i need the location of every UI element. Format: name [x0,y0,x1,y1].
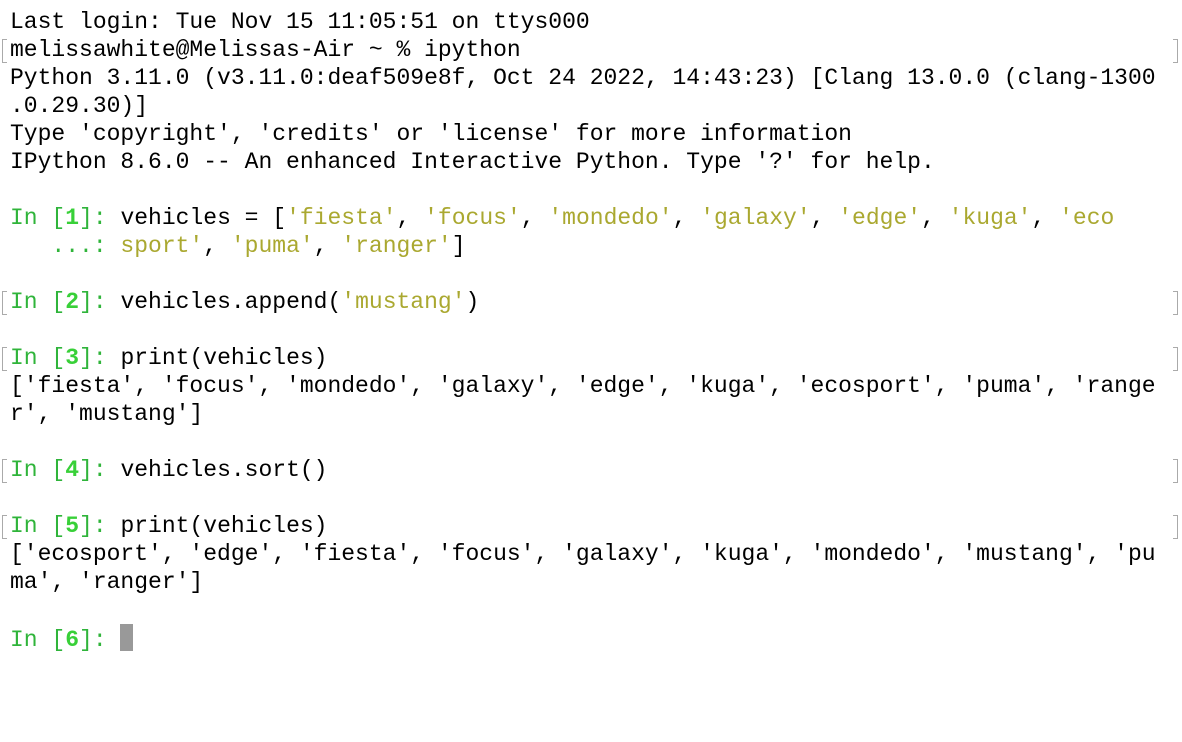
terminal-text: In [ [10,345,66,371]
terminal-text: In [ [10,627,66,653]
prompt-number: 3 [65,345,80,371]
string-literal: 'eco [1059,205,1115,231]
terminal-text: print(vehicles) [120,513,328,539]
string-literal: 'kuga' [948,205,1032,231]
terminal-text: ]: [79,205,121,231]
string-literal: 'mustang' [341,289,466,315]
terminal-text: IPython 8.6.0 -- An enhanced Interactive… [10,149,935,175]
terminal-text: , [520,205,549,231]
terminal-text: ]: [79,513,121,539]
terminal-text: Python 3.11.0 (v3.11.0:deaf509e8f, Oct 2… [10,65,1156,91]
terminal-line: ['ecosport', 'edge', 'fiesta', 'focus', … [10,540,1182,568]
terminal-text: Type 'copyright', 'credits' or 'license'… [10,121,852,147]
terminal-text: In [ [10,513,66,539]
terminal-line: Last login: Tue Nov 15 11:05:51 on ttys0… [10,8,1182,36]
terminal-text: , [203,233,231,259]
terminal-text: , [921,205,949,231]
prompt-number: 1 [65,205,80,231]
terminal-line: r', 'mustang'] [10,400,1182,428]
terminal-line: IPython 8.6.0 -- An enhanced Interactive… [10,148,1182,176]
terminal-text: ]: [79,457,121,483]
terminal-text: In [ [10,289,66,315]
string-literal: 'ranger' [341,233,452,259]
terminal-line: ma', 'ranger'] [10,568,1182,596]
terminal-line: In [6]: [10,624,1182,653]
terminal-text: , [313,233,342,259]
terminal-text: Last login: Tue Nov 15 11:05:51 on ttys0… [10,9,590,35]
terminal-text: ma', 'ranger'] [10,569,204,595]
terminal-text: , [810,205,839,231]
prompt-number: 4 [65,457,80,483]
string-literal: 'fiesta' [286,205,397,231]
terminal-line: Type 'copyright', 'credits' or 'license'… [10,120,1182,148]
terminal-output[interactable]: Last login: Tue Nov 15 11:05:51 on ttys0… [2,8,1182,653]
terminal-text: ...: [10,233,121,259]
terminal-text: print(vehicles) [120,345,328,371]
terminal-line: .0.29.30)] [10,92,1182,120]
terminal-line: In [3]: print(vehicles) [2,344,1182,372]
terminal-text: , [672,205,701,231]
string-literal: 'mondedo' [548,205,673,231]
string-literal: 'puma' [230,233,314,259]
terminal-text: , [1031,205,1060,231]
terminal-text: ]: [79,627,121,653]
terminal-line: In [1]: vehicles = ['fiesta', 'focus', '… [10,204,1182,232]
terminal-text: ]: [79,289,121,315]
terminal-line: In [4]: vehicles.sort() [2,456,1182,484]
terminal-text: ['fiesta', 'focus', 'mondedo', 'galaxy',… [10,373,1156,399]
terminal-text: melissawhite@Melissas-Air ~ % ipython [10,37,521,63]
terminal-text: , [396,205,425,231]
prompt-number: 2 [65,289,80,315]
terminal-text: .0.29.30)] [10,93,149,119]
terminal-line: Python 3.11.0 (v3.11.0:deaf509e8f, Oct 2… [10,64,1182,92]
string-literal: 'edge' [838,205,922,231]
terminal-text: vehicles.append( [120,289,342,315]
string-literal: 'focus' [424,205,521,231]
terminal-line: In [5]: print(vehicles) [2,512,1182,540]
terminal-text: ) [465,289,480,315]
terminal-text: In [ [10,457,66,483]
text-cursor[interactable] [120,624,134,651]
prompt-number: 6 [65,627,80,653]
string-literal: 'galaxy' [700,205,811,231]
terminal-text: vehicles = [ [120,205,287,231]
terminal-text: ]: [79,345,121,371]
terminal-text: vehicles.sort() [120,457,328,483]
terminal-line: ['fiesta', 'focus', 'mondedo', 'galaxy',… [10,372,1182,400]
prompt-number: 5 [65,513,80,539]
string-literal: sport' [120,233,204,259]
terminal-line: ...: sport', 'puma', 'ranger'] [10,232,1182,260]
terminal-text: In [ [10,205,66,231]
terminal-text: ['ecosport', 'edge', 'fiesta', 'focus', … [10,541,1156,567]
terminal-text: ] [451,233,466,259]
terminal-line: melissawhite@Melissas-Air ~ % ipython [2,36,1182,64]
terminal-line: In [2]: vehicles.append('mustang') [2,288,1182,316]
terminal-text: r', 'mustang'] [10,401,204,427]
